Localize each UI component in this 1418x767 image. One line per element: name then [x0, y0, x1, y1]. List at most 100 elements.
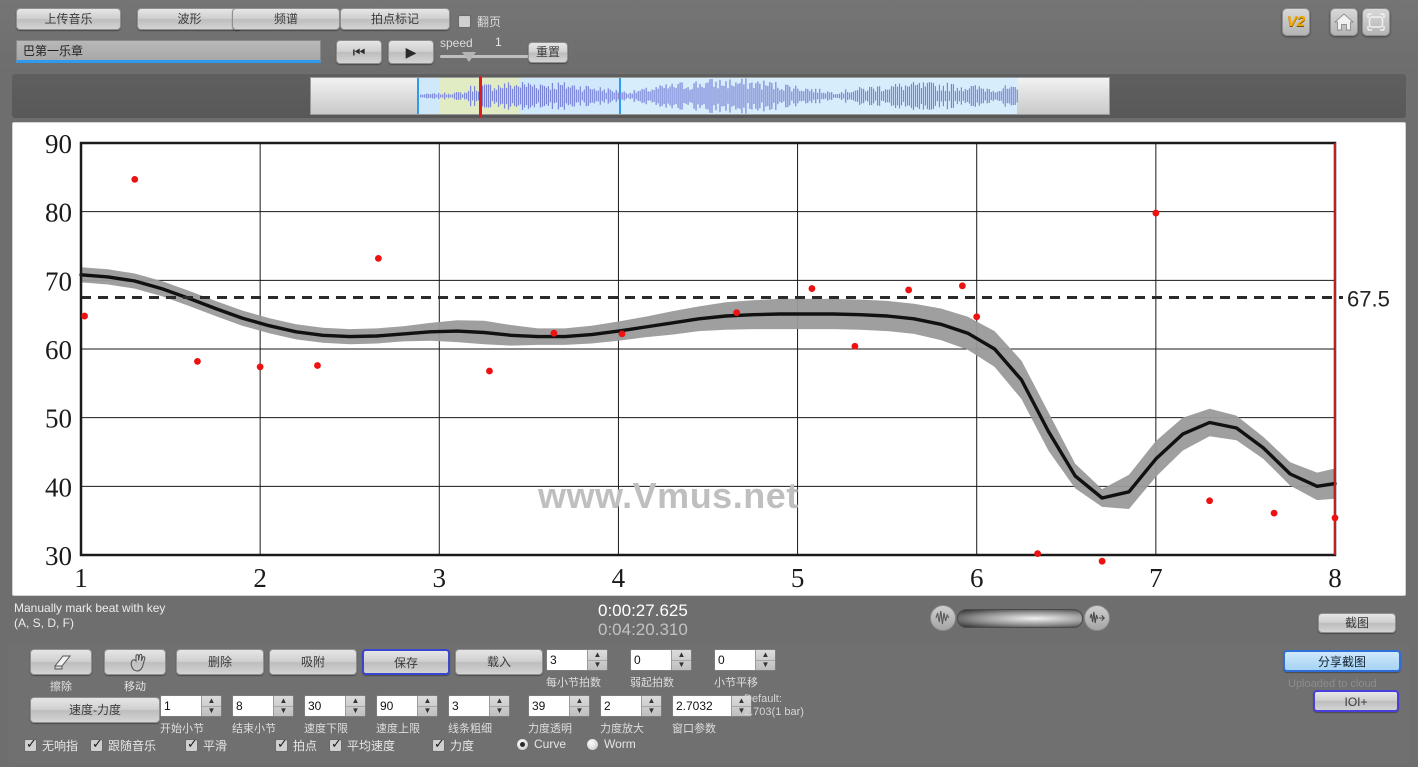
spinner-up-icon[interactable]: ▲ — [588, 650, 607, 661]
tempo-max-spinner[interactable]: ▲▼ 速度上限 — [376, 695, 438, 736]
end-bar-arrows[interactable]: ▲ ▼ — [273, 696, 293, 716]
beat-point[interactable] — [1098, 557, 1106, 565]
spinner-down-icon[interactable]: ▼ — [490, 707, 509, 717]
beat-point[interactable] — [131, 175, 139, 183]
erase-button[interactable] — [30, 649, 92, 675]
start-bar-arrows[interactable]: ▲ ▼ — [201, 696, 221, 716]
beat-point[interactable] — [851, 342, 859, 350]
flip-page-checkbox[interactable] — [458, 15, 471, 28]
spinner-down-icon[interactable]: ▼ — [642, 707, 661, 717]
bar-shift-spinner[interactable]: ▲▼ 小节平移 — [714, 649, 776, 690]
spinner-up-icon[interactable]: ▲ — [202, 696, 221, 707]
window-param-input[interactable] — [673, 696, 731, 716]
spinner-up-icon[interactable]: ▲ — [346, 696, 365, 707]
erase-tool[interactable]: 擦除 — [30, 649, 92, 694]
dynamics-alpha-arrows[interactable]: ▲ ▼ — [569, 696, 589, 716]
save-button[interactable]: 保存 — [362, 649, 450, 675]
start-bar-spinner[interactable]: ▲▼ 开始小节 — [160, 695, 222, 736]
version-badge-icon[interactable]: V2 — [1282, 8, 1310, 36]
beat-point[interactable] — [1206, 497, 1213, 505]
checkbox-no-snap-finger[interactable]: 无响指 — [24, 737, 78, 754]
beat-point[interactable] — [314, 362, 321, 369]
waveform-button[interactable]: 波形 — [137, 8, 242, 30]
screenshot-button[interactable]: 截图 — [1318, 613, 1396, 633]
spinner-down-icon[interactable]: ▼ — [570, 707, 589, 717]
beat-point[interactable] — [374, 254, 382, 262]
spinner-up-icon[interactable]: ▲ — [570, 696, 589, 707]
waveform-icon-right[interactable] — [1084, 605, 1110, 631]
checkbox-smooth[interactable]: 平滑 — [185, 737, 227, 754]
dynamics-checkbox[interactable] — [432, 737, 445, 752]
spinner-down-icon[interactable]: ▼ — [346, 707, 365, 717]
beat-point[interactable] — [973, 313, 981, 321]
dynamics-alpha-spinner[interactable]: ▲▼ 力度透明 — [528, 695, 590, 736]
waveform-playhead[interactable] — [479, 76, 482, 118]
line-width-spinner[interactable]: ▲▼ 线条粗细 — [448, 695, 510, 736]
beat-point[interactable] — [808, 285, 816, 292]
worm-radio[interactable] — [586, 737, 599, 751]
line-width-input[interactable] — [449, 696, 489, 716]
tempo-chart[interactable]: 67.5 30 40 50 60 70 80 90 1 2 3 4 5 6 7 8 — [13, 123, 1407, 597]
beat-point[interactable] — [1270, 509, 1278, 517]
spinner-up-icon[interactable]: ▲ — [490, 696, 509, 707]
spinner-down-icon[interactable]: ▼ — [672, 661, 691, 671]
checkbox-average-tempo[interactable]: 平均速度 — [329, 737, 395, 754]
beat-point[interactable] — [194, 357, 201, 365]
play-button[interactable]: ▶ — [388, 40, 434, 64]
start-bar-input[interactable] — [161, 696, 201, 716]
beat-point[interactable] — [733, 309, 741, 317]
reset-button[interactable]: 重置 — [528, 42, 568, 63]
spectrum-button[interactable]: 频谱 — [232, 8, 340, 30]
end-bar-input[interactable] — [233, 696, 273, 716]
bar-shift-arrows[interactable]: ▲ ▼ — [755, 650, 775, 670]
end-bar-spinner[interactable]: ▲▼ 结束小节 — [232, 695, 294, 736]
follow-music-checkbox[interactable] — [90, 737, 103, 752]
beat-point[interactable] — [1331, 514, 1339, 522]
tempo-max-input[interactable] — [377, 696, 417, 716]
spinner-down-icon[interactable]: ▼ — [756, 661, 775, 671]
spinner-down-icon[interactable]: ▼ — [588, 661, 607, 671]
tempo-max-arrows[interactable]: ▲ ▼ — [417, 696, 437, 716]
dynamics-scale-spinner[interactable]: ▲▼ 力度放大 — [600, 695, 662, 736]
move-tool[interactable]: 移动 — [104, 649, 166, 694]
beat-point[interactable] — [958, 282, 966, 290]
ioi-button[interactable]: IOI+ — [1313, 690, 1399, 712]
delete-button[interactable]: 删除 — [176, 649, 264, 675]
spinner-up-icon[interactable]: ▲ — [672, 650, 691, 661]
spinner-up-icon[interactable]: ▲ — [756, 650, 775, 661]
waveform-icon-left[interactable] — [930, 605, 956, 631]
beat-point[interactable] — [550, 329, 558, 337]
radio-curve[interactable]: Curve — [516, 737, 566, 751]
beats-per-bar-arrows[interactable]: ▲ ▼ — [587, 650, 607, 670]
tempo-min-spinner[interactable]: ▲▼ 速度下限 — [304, 695, 366, 736]
waveform-overview[interactable] — [310, 76, 1110, 118]
move-button[interactable] — [104, 649, 166, 675]
share-screenshot-button[interactable]: 分享截图 — [1283, 650, 1401, 672]
tempo-min-input[interactable] — [305, 696, 345, 716]
no-snap-finger-checkbox[interactable] — [24, 737, 37, 752]
smooth-checkbox[interactable] — [185, 737, 198, 752]
beat-point[interactable] — [618, 330, 626, 338]
flip-page-checkbox-group[interactable]: 翻页 — [458, 13, 501, 30]
beats-per-bar-input[interactable] — [547, 650, 587, 670]
waveform-overview-strip[interactable] — [12, 74, 1406, 118]
curve-radio[interactable] — [516, 737, 529, 751]
dynamics-scale-arrows[interactable]: ▲ ▼ — [641, 696, 661, 716]
line-width-arrows[interactable]: ▲ ▼ — [489, 696, 509, 716]
speed-slider-knob[interactable] — [462, 52, 476, 62]
load-button[interactable]: 载入 — [455, 649, 543, 675]
dynamics-scale-input[interactable] — [601, 696, 641, 716]
beat-point[interactable] — [81, 312, 88, 320]
pickup-beats-input[interactable] — [631, 650, 671, 670]
upload-music-button[interactable]: 上传音乐 — [16, 8, 121, 30]
beat-point[interactable] — [905, 286, 913, 294]
checkbox-follow-music[interactable]: 跟随音乐 — [90, 737, 156, 754]
checkbox-beats[interactable]: 拍点 — [275, 737, 317, 754]
tempo-dynamics-button[interactable]: 速度-力度 — [30, 697, 160, 723]
checkbox-dynamics[interactable]: 力度 — [432, 737, 474, 754]
average-tempo-checkbox[interactable] — [329, 737, 342, 752]
beats-per-bar-spinner[interactable]: ▲▼ 每小节拍数 — [546, 649, 608, 690]
spinner-up-icon[interactable]: ▲ — [642, 696, 661, 707]
spinner-up-icon[interactable]: ▲ — [418, 696, 437, 707]
beat-point[interactable] — [1152, 209, 1160, 217]
